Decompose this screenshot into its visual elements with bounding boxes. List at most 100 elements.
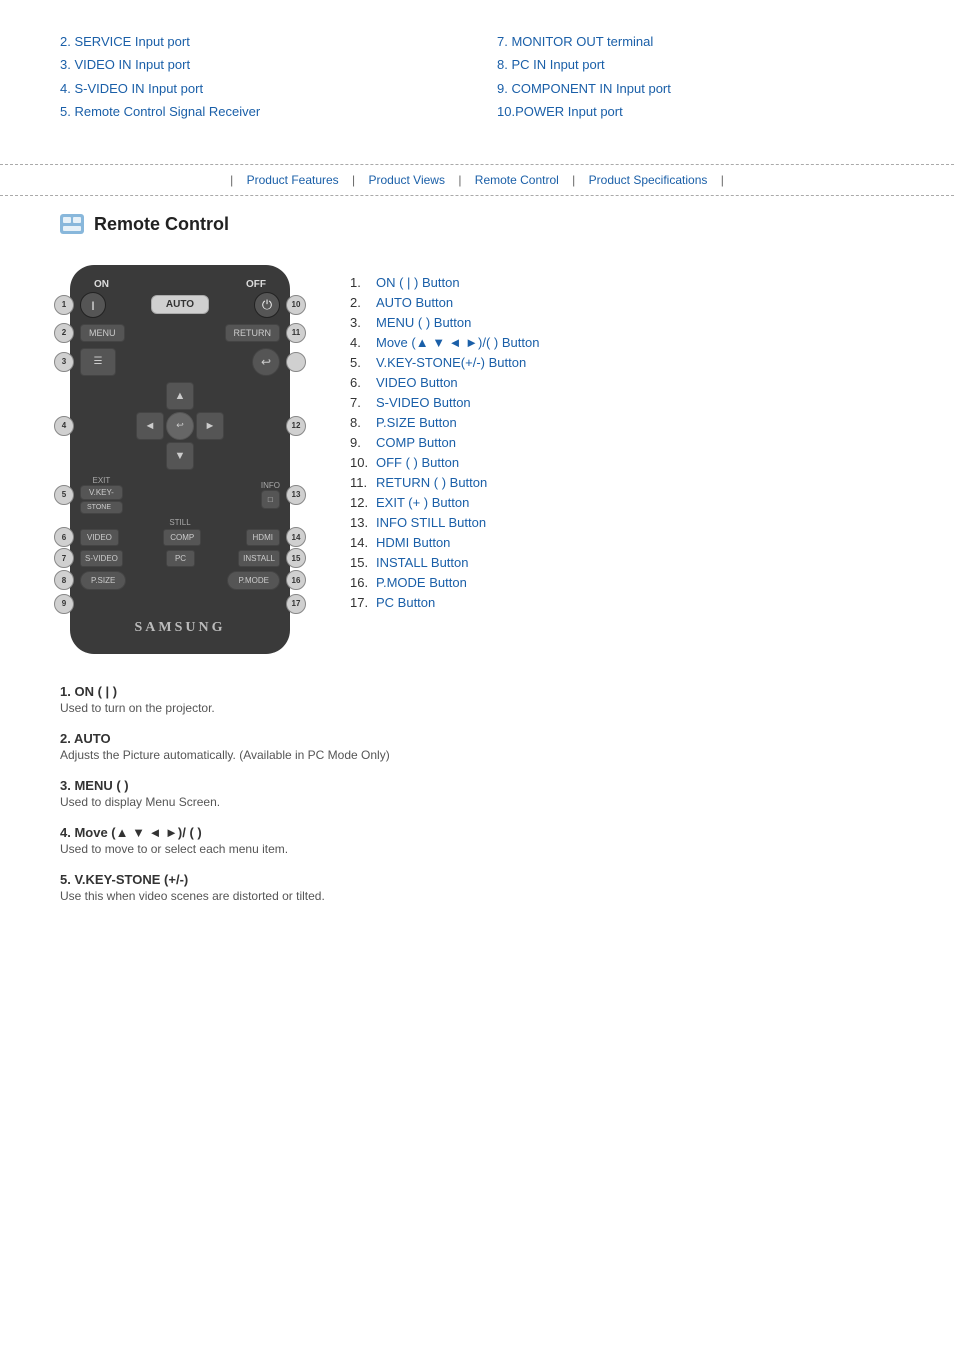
pmode-button[interactable]: P.MODE [227, 571, 280, 590]
badge-11: 11 [286, 323, 306, 343]
pc-button[interactable]: PC [166, 550, 195, 567]
link-power-in[interactable]: 10.POWER Input port [497, 104, 623, 119]
link-pc-in[interactable]: 8. PC IN Input port [497, 57, 605, 72]
list-item-12: 12.EXIT (+ ) Button [350, 495, 914, 510]
section-title: Remote Control [94, 214, 229, 235]
nav-left[interactable]: ◄ [136, 412, 164, 440]
link-svideo-in[interactable]: 4. S-VIDEO IN Input port [60, 81, 203, 96]
remote-image-area: ON OFF 1 | AUTO ⏻ 10 2 MENU [40, 265, 320, 654]
desc-title-5: 5. V.KEY-STONE (+/-) [60, 872, 894, 887]
badge-14: 14 [286, 527, 306, 547]
badge-11b [286, 352, 306, 372]
vkeystone-label2: STONE [80, 501, 123, 514]
list-item-6: 6.VIDEO Button [350, 375, 914, 390]
link-remote-receiver[interactable]: 5. Remote Control Signal Receiver [60, 104, 260, 119]
main-content: ON OFF 1 | AUTO ⏻ 10 2 MENU [0, 245, 954, 674]
nav-up[interactable]: ▲ [166, 382, 194, 410]
left-links: 2. SERVICE Input port 3. VIDEO IN Input … [60, 30, 457, 124]
badge-5: 5 [54, 485, 74, 505]
list-item-14: 14.HDMI Button [350, 535, 914, 550]
desc-title-1: 1. ON ( | ) [60, 684, 894, 699]
desc-item-3: 3. MENU ( ) Used to display Menu Screen. [60, 778, 894, 809]
desc-text-2: Adjusts the Picture automatically. (Avai… [60, 748, 894, 762]
link-service-input[interactable]: 2. SERVICE Input port [60, 34, 190, 49]
nav-separator-1: | [230, 173, 233, 187]
badge-4: 4 [54, 416, 74, 436]
list-item-5: 5.V.KEY-STONE(+/-) Button [350, 355, 914, 370]
list-item-17: 17.PC Button [350, 595, 914, 610]
badge-16: 16 [286, 570, 306, 590]
badge-15: 15 [286, 548, 306, 568]
badge-3: 3 [54, 352, 74, 372]
badge-12: 12 [286, 416, 306, 436]
link-monitor-out[interactable]: 7. MONITOR OUT terminal [497, 34, 653, 49]
nav-separator-2: | [352, 173, 355, 187]
desc-text-3: Used to display Menu Screen. [60, 795, 894, 809]
list-item-7: 7.S-VIDEO Button [350, 395, 914, 410]
nav-separator-3: | [458, 173, 461, 187]
auto-button[interactable]: AUTO [151, 295, 209, 314]
desc-text-4: Used to move to or select each menu item… [60, 842, 894, 856]
menu-button[interactable]: ☰ [80, 348, 116, 376]
hdmi-button[interactable]: HDMI [246, 529, 280, 546]
nav-product-features[interactable]: Product Features [247, 173, 339, 187]
list-item-16: 16.P.MODE Button [350, 575, 914, 590]
info-area[interactable]: □ [261, 490, 280, 509]
nav-product-views[interactable]: Product Views [368, 173, 444, 187]
psize-button[interactable]: P.SIZE [80, 571, 126, 590]
remote-control-icon [60, 214, 84, 234]
desc-title-4: 4. Move (▲ ▼ ◄ ►)/ ( ) [60, 825, 894, 840]
samsung-brand: SAMSUNG [80, 620, 280, 636]
nav-down[interactable]: ▼ [166, 442, 194, 470]
list-item-10: 10.OFF ( ) Button [350, 455, 914, 470]
off-label: OFF [246, 279, 266, 290]
badge-13: 13 [286, 485, 306, 505]
list-item-2: 2.AUTO Button [350, 295, 914, 310]
video-button[interactable]: VIDEO [80, 529, 119, 546]
desc-text-5: Use this when video scenes are distorted… [60, 889, 894, 903]
badge-2: 2 [54, 323, 74, 343]
return-label: RETURN [225, 324, 281, 342]
badge-9: 9 [54, 594, 74, 614]
list-item-3: 3.MENU ( ) Button [350, 315, 914, 330]
badge-1: 1 [54, 295, 74, 315]
still-label: STILL [80, 518, 280, 527]
off-button[interactable]: ⏻ [254, 292, 280, 318]
nav-remote-control[interactable]: Remote Control [475, 173, 559, 187]
desc-title-3: 3. MENU ( ) [60, 778, 894, 793]
link-component-in[interactable]: 9. COMPONENT IN Input port [497, 81, 671, 96]
descriptions-section: 1. ON ( | ) Used to turn on the projecto… [0, 674, 954, 929]
nav-center[interactable]: ↩ [166, 412, 194, 440]
badge-8: 8 [54, 570, 74, 590]
svideo-button[interactable]: S-VIDEO [80, 550, 123, 567]
comp-button[interactable]: COMP [163, 529, 201, 546]
vkeystone-button[interactable]: V.KEY- [80, 485, 123, 500]
menu-label: MENU [80, 324, 125, 342]
numbered-button-list: 1.ON ( | ) Button 2.AUTO Button 3.MENU (… [350, 265, 914, 654]
desc-text-1: Used to turn on the projector. [60, 701, 894, 715]
list-item-13: 13.INFO STILL Button [350, 515, 914, 530]
list-item-8: 8.P.SIZE Button [350, 415, 914, 430]
nav-product-specs[interactable]: Product Specifications [589, 173, 708, 187]
badge-17: 17 [286, 594, 306, 614]
nav-bar: | Product Features | Product Views | Rem… [0, 164, 954, 196]
desc-item-2: 2. AUTO Adjusts the Picture automaticall… [60, 731, 894, 762]
badge-10: 10 [286, 295, 306, 315]
top-links-section: 2. SERVICE Input port 3. VIDEO IN Input … [0, 0, 954, 144]
nav-separator-5: | [721, 173, 724, 187]
desc-item-5: 5. V.KEY-STONE (+/-) Use this when video… [60, 872, 894, 903]
on-label: ON [94, 279, 109, 290]
badge-7: 7 [54, 548, 74, 568]
return-button[interactable]: ↩ [252, 348, 280, 376]
list-item-15: 15.INSTALL Button [350, 555, 914, 570]
link-video-in[interactable]: 3. VIDEO IN Input port [60, 57, 190, 72]
list-item-4: 4.Move (▲ ▼ ◄ ►)/( ) Button [350, 335, 914, 350]
nav-separator-4: | [572, 173, 575, 187]
desc-item-1: 1. ON ( | ) Used to turn on the projecto… [60, 684, 894, 715]
list-item-1: 1.ON ( | ) Button [350, 275, 914, 290]
right-links: 7. MONITOR OUT terminal 8. PC IN Input p… [497, 30, 894, 124]
install-button[interactable]: INSTALL [238, 550, 280, 567]
on-button[interactable]: | [80, 292, 106, 318]
list-item-9: 9.COMP Button [350, 435, 914, 450]
nav-right[interactable]: ► [196, 412, 224, 440]
